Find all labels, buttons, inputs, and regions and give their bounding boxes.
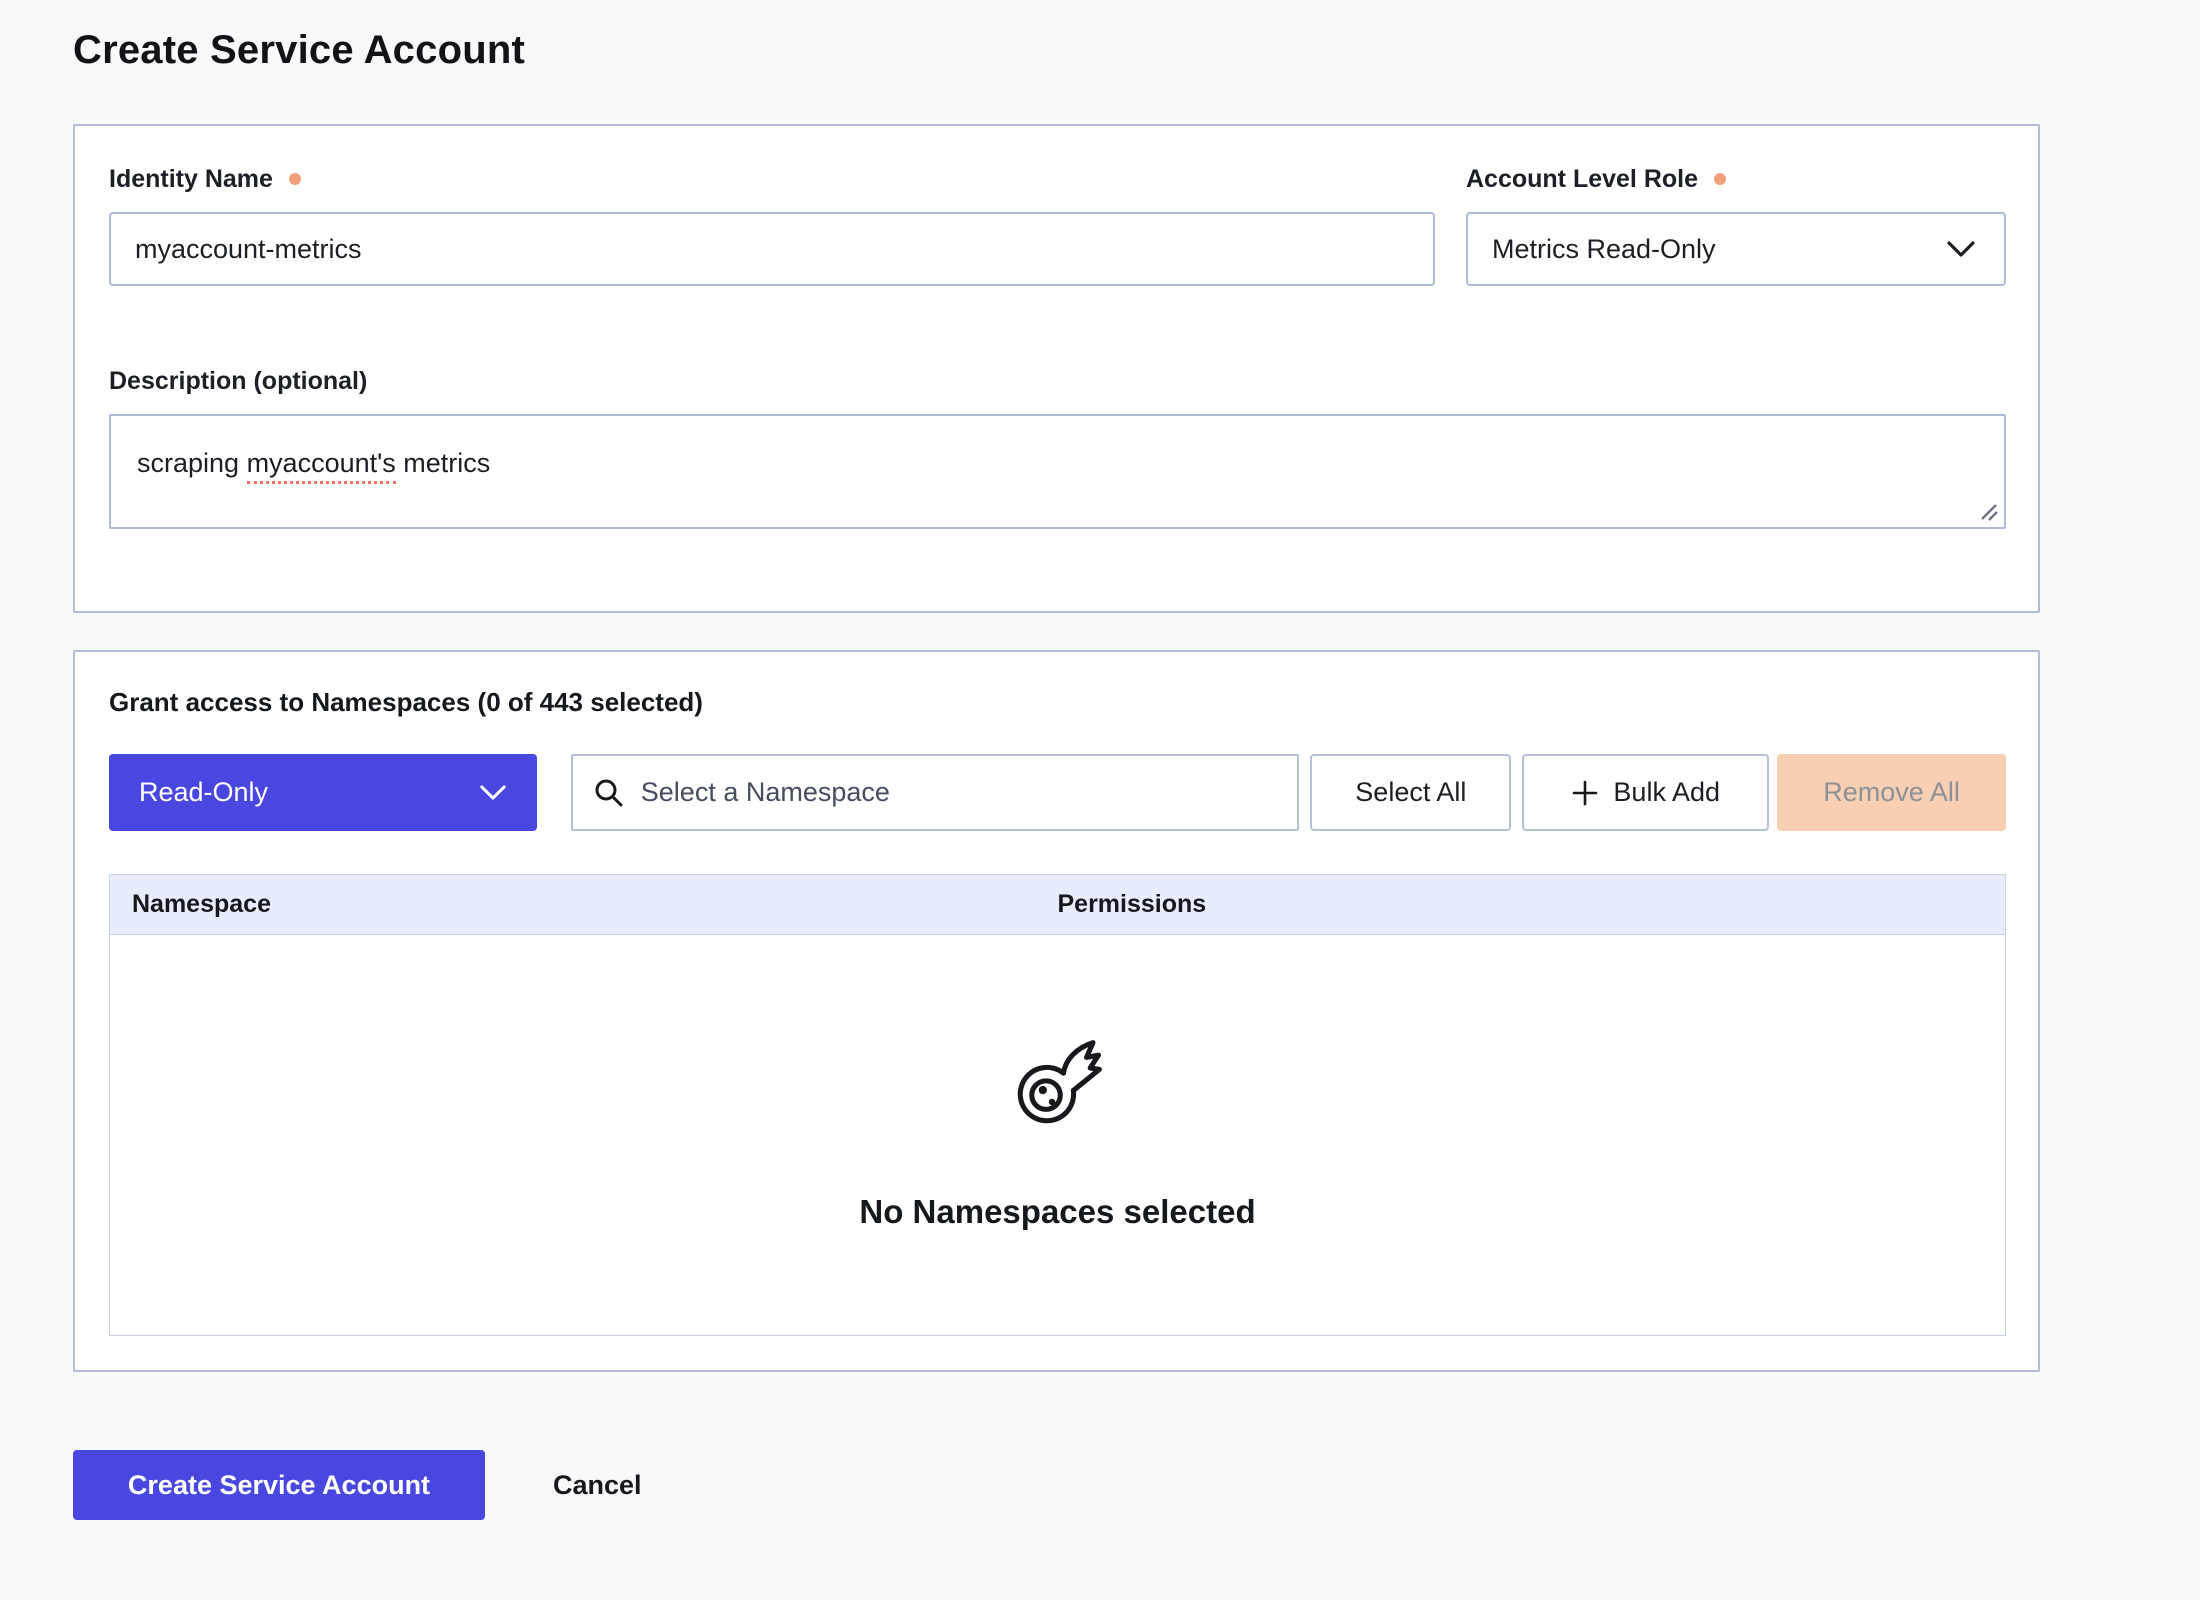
empty-state-message: No Namespaces selected	[859, 1193, 1255, 1231]
account-role-label: Account Level Role	[1466, 165, 1698, 194]
create-service-account-button[interactable]: Create Service Account	[73, 1450, 485, 1520]
chevron-down-icon	[479, 784, 507, 801]
select-all-label: Select All	[1355, 777, 1466, 808]
description-text-part2: metrics	[396, 448, 491, 478]
bulk-add-label: Bulk Add	[1613, 777, 1720, 808]
permission-role-value: Read-Only	[139, 777, 268, 808]
chevron-down-icon	[1946, 240, 1976, 258]
identity-name-input[interactable]	[109, 212, 1435, 286]
required-dot-icon	[1714, 173, 1726, 185]
bulk-add-button[interactable]: Bulk Add	[1522, 754, 1769, 831]
description-text-part1: scraping	[137, 448, 247, 478]
description-text-misspelled: myaccount's	[247, 448, 396, 484]
select-all-button[interactable]: Select All	[1310, 754, 1511, 831]
page-content: Create Service Account Identity Name Acc…	[73, 0, 2040, 1520]
plus-icon	[1571, 779, 1599, 807]
required-dot-icon	[289, 173, 301, 185]
namespaces-empty-state: No Namespaces selected	[110, 935, 2005, 1335]
column-header-namespace: Namespace	[110, 890, 1058, 919]
namespace-search[interactable]	[571, 754, 1300, 831]
remove-all-button[interactable]: Remove All	[1777, 754, 2006, 831]
namespaces-heading: Grant access to Namespaces (0 of 443 sel…	[109, 686, 2006, 718]
search-icon	[593, 777, 625, 809]
namespace-search-input[interactable]	[641, 756, 1278, 829]
namespaces-table-header: Namespace Permissions	[110, 875, 2005, 935]
namespaces-toolbar: Read-Only Select All	[109, 754, 2006, 831]
identity-name-label: Identity Name	[109, 165, 273, 194]
comet-icon	[1012, 1039, 1104, 1131]
namespaces-table: Namespace Permissions No Namespaces sele…	[109, 874, 2006, 1336]
namespaces-card: Grant access to Namespaces (0 of 443 sel…	[73, 650, 2040, 1372]
description-label-row: Description (optional)	[109, 366, 2006, 396]
account-role-label-row: Account Level Role	[1466, 164, 2006, 194]
page-title: Create Service Account	[73, 26, 2040, 74]
account-role-select[interactable]: Metrics Read-Only	[1466, 212, 2006, 286]
cancel-button[interactable]: Cancel	[553, 1470, 642, 1501]
description-label: Description (optional)	[109, 367, 367, 396]
identity-name-label-row: Identity Name	[109, 164, 1435, 194]
permission-role-dropdown[interactable]: Read-Only	[109, 754, 537, 831]
description-textarea[interactable]: scraping myaccount's metrics	[109, 414, 2006, 529]
remove-all-label: Remove All	[1823, 777, 1960, 808]
account-role-value: Metrics Read-Only	[1492, 234, 1716, 265]
resize-handle-icon[interactable]	[1978, 501, 2000, 523]
footer-actions: Create Service Account Cancel	[73, 1450, 2040, 1520]
identity-card: Identity Name Account Level Role Metrics…	[73, 124, 2040, 613]
column-header-permissions: Permissions	[1058, 890, 2006, 919]
